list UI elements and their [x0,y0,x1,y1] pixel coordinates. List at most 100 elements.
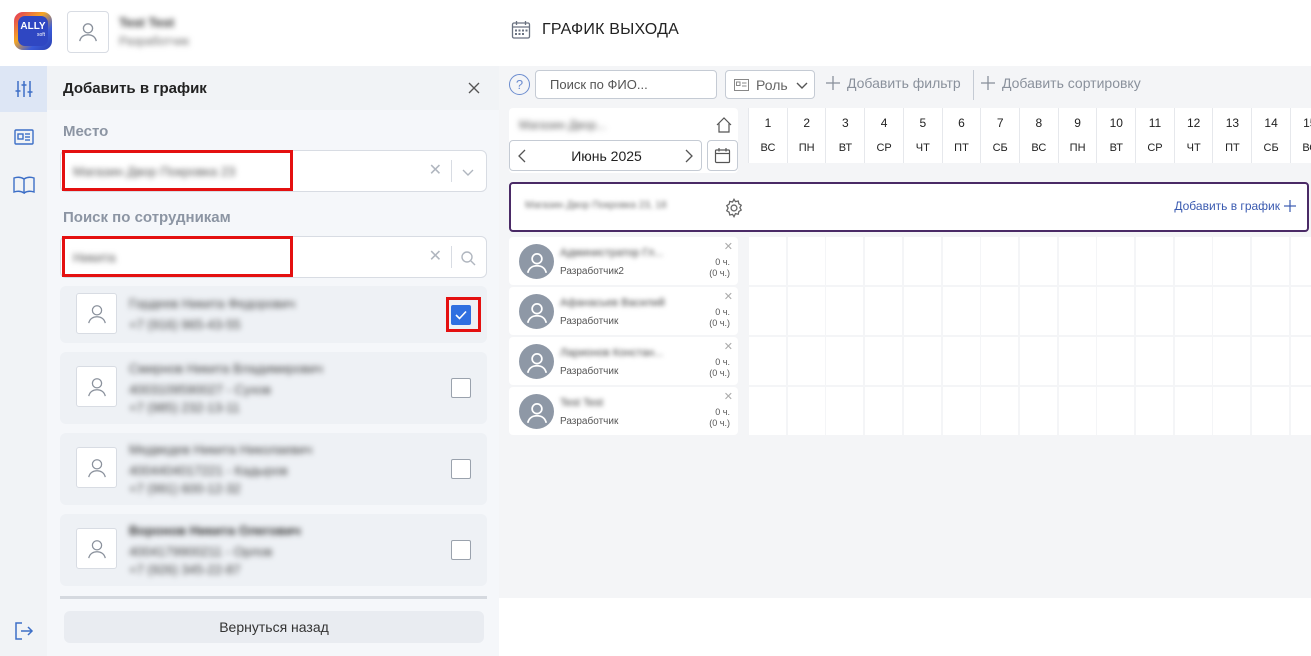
schedule-cell[interactable] [1097,287,1135,335]
close-icon[interactable]: ✕ [724,240,733,253]
clear-icon[interactable]: ✕ [429,163,442,179]
chevron-down-icon[interactable] [459,163,477,181]
schedule-cell[interactable] [1290,287,1311,335]
schedule-cell[interactable] [1019,387,1057,435]
schedule-cell[interactable] [865,387,903,435]
schedule-cell[interactable] [1252,387,1290,435]
schedule-cell[interactable] [1058,237,1096,285]
schedule-employee-row[interactable]: Ларионов Констан... Разработчик ✕ 0 ч. (0 ч.… [509,337,738,385]
chevron-right-icon[interactable] [680,148,696,164]
schedule-cell[interactable] [787,287,825,335]
employee-card[interactable]: Медведев Никита Николаевич 4004404017221… [60,433,487,505]
schedule-cell[interactable] [826,337,864,385]
schedule-cell[interactable] [1174,387,1212,435]
schedule-employee-row[interactable]: Афанасьев Василий Разработчик ✕ 0 ч. (0 ч.) [509,287,738,335]
schedule-cell[interactable] [865,337,903,385]
schedule-cell[interactable] [865,287,903,335]
rail-item-docs[interactable] [0,162,47,208]
schedule-cell[interactable] [942,387,980,435]
schedule-cell[interactable] [1058,337,1096,385]
schedule-cell[interactable] [826,387,864,435]
schedule-cell[interactable] [1019,337,1057,385]
schedule-employee-row[interactable]: Test Test Разработчик ✕ 0 ч. (0 ч.) [509,387,738,435]
employee-card[interactable]: Гордеев Никита Федорович +7 (916) 965-43… [60,286,487,343]
schedule-cell[interactable] [1136,237,1173,285]
date-picker-button[interactable] [707,140,738,171]
schedule-cell[interactable] [1136,387,1173,435]
schedule-cell[interactable] [1290,387,1311,435]
schedule-cell[interactable] [749,237,786,285]
schedule-cell[interactable] [903,237,941,285]
add-sort-button[interactable]: Добавить сортировку [980,75,1141,91]
schedule-cell[interactable] [749,337,786,385]
schedule-cell[interactable] [1290,237,1311,285]
help-icon[interactable]: ? [509,74,530,95]
schedule-cell[interactable] [903,287,941,335]
schedule-cell[interactable] [981,387,1019,435]
user-avatar[interactable] [67,11,109,53]
close-icon[interactable]: ✕ [724,390,733,403]
schedule-cell[interactable] [903,337,941,385]
schedule-cell[interactable] [1058,387,1096,435]
gear-icon[interactable] [723,197,745,219]
fio-search-input[interactable] [535,70,717,99]
schedule-cell[interactable] [749,387,786,435]
schedule-cell[interactable] [749,287,786,335]
schedule-cell[interactable] [1252,237,1290,285]
schedule-cell[interactable] [1174,237,1212,285]
add-filter-button[interactable]: Добавить фильтр [825,75,961,91]
schedule-cell[interactable] [1213,237,1251,285]
home-icon[interactable] [715,116,733,134]
schedule-cell[interactable] [942,287,980,335]
schedule-cell[interactable] [1097,237,1135,285]
schedule-cell[interactable] [1290,337,1311,385]
schedule-cell[interactable] [1213,337,1251,385]
schedule-cell[interactable] [1252,337,1290,385]
place-select[interactable]: Магазин Двор Покровка 23 ✕ [60,150,487,192]
schedule-cell[interactable] [903,387,941,435]
employee-card[interactable]: Воронов Никита Олегович 4004179900211 - … [60,514,487,586]
search-icon[interactable] [459,249,477,267]
add-to-schedule-button[interactable]: Добавить в график [1174,199,1297,213]
schedule-cell[interactable] [981,237,1019,285]
employee-checkbox[interactable] [451,459,471,479]
back-button[interactable]: Вернуться назад [64,611,484,643]
employee-checkbox[interactable] [451,305,471,325]
ally-soft-logo[interactable]: ALLY soft [14,12,52,50]
schedule-cell[interactable] [1136,287,1173,335]
schedule-cell[interactable] [1213,387,1251,435]
logout-button[interactable] [0,608,47,654]
employee-card[interactable]: Смирнов Никита Владимирович 400310959002… [60,352,487,424]
schedule-cell[interactable] [1136,337,1173,385]
employee-checkbox[interactable] [451,378,471,398]
schedule-cell[interactable] [1097,387,1135,435]
rail-item-cards[interactable] [0,114,47,160]
schedule-cell[interactable] [1174,287,1212,335]
schedule-cell[interactable] [826,237,864,285]
clear-icon[interactable]: ✕ [429,249,442,265]
employee-checkbox[interactable] [451,540,471,560]
schedule-cell[interactable] [1097,337,1135,385]
schedule-cell[interactable] [942,237,980,285]
close-icon[interactable]: ✕ [724,340,733,353]
schedule-cell[interactable] [1058,287,1096,335]
schedule-cell[interactable] [1174,337,1212,385]
schedule-employee-row[interactable]: Администратор Гл... Разработчик2 ✕ 0 ч. (0 ч… [509,237,738,285]
close-icon[interactable] [465,79,483,97]
schedule-cell[interactable] [981,287,1019,335]
schedule-cell[interactable] [787,387,825,435]
schedule-cell[interactable] [1019,237,1057,285]
schedule-cell[interactable] [826,287,864,335]
schedule-cell[interactable] [865,237,903,285]
role-filter-button[interactable]: Роль [725,70,815,99]
employee-search-input[interactable]: Никита ✕ [60,236,487,278]
schedule-cell[interactable] [1213,287,1251,335]
close-icon[interactable]: ✕ [724,290,733,303]
rail-item-filters[interactable] [0,66,47,112]
schedule-cell[interactable] [787,237,825,285]
schedule-cell[interactable] [1252,287,1290,335]
schedule-cell[interactable] [787,337,825,385]
schedule-cell[interactable] [1019,287,1057,335]
schedule-cell[interactable] [942,337,980,385]
schedule-cell[interactable] [981,337,1019,385]
